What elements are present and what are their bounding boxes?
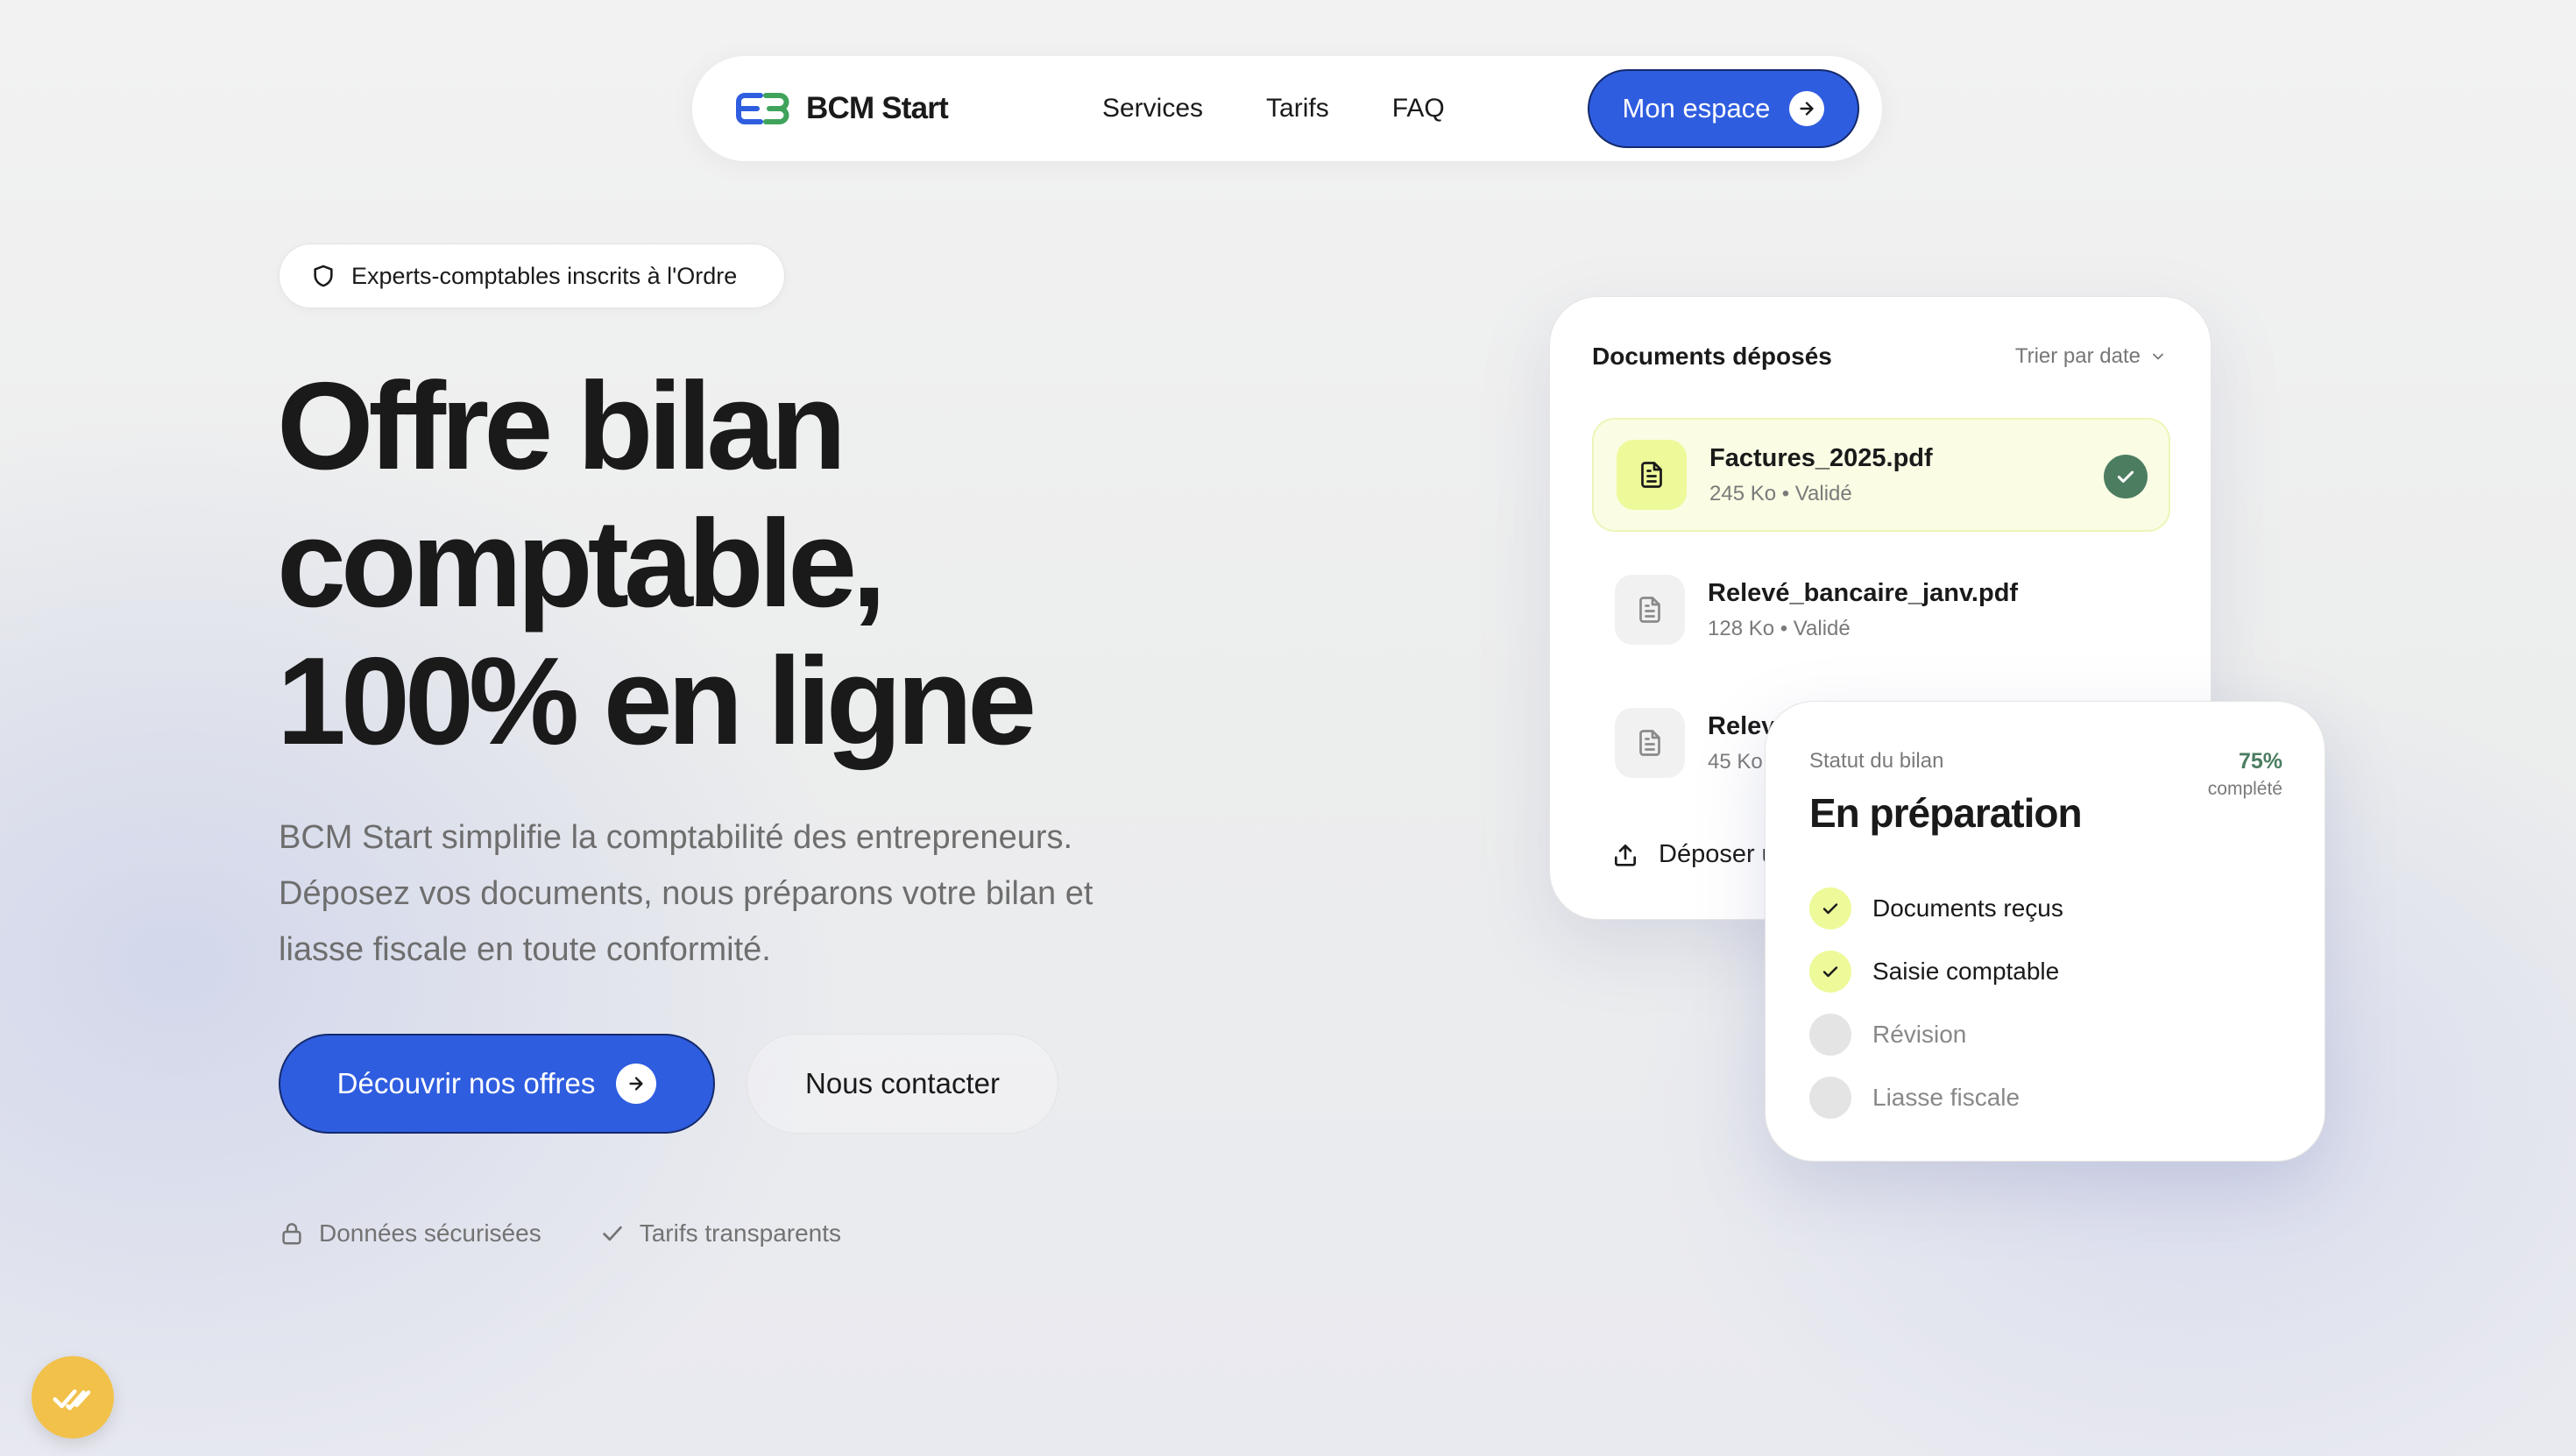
step-check-icon [1809,887,1851,929]
document-meta: 128 Ko • Validé [1708,616,1851,640]
sort-label: Trier par date [2014,344,2141,368]
feature-secure-data: Données sécurisées [279,1219,541,1247]
file-text-icon [1617,440,1687,510]
step-pending-icon [1809,1014,1851,1056]
step-pending-icon [1809,1077,1851,1119]
mon-espace-button[interactable]: Mon espace [1588,69,1859,148]
hero-title-line-3: 100% en ligne [277,632,1037,771]
document-row-factures[interactable]: Factures_2025.pdf 245 Ko • Validé [1592,418,2170,532]
feature-transparent-pricing: Tarifs transparents [599,1219,841,1247]
document-name: Factures_2025.pdf [1709,443,1933,472]
status-steps: Documents reçus Saisie comptable Révisio… [1809,887,2063,1140]
feature-secure-data-label: Données sécurisées [319,1219,541,1247]
hero-subtitle: BCM Start simplifie la comptabilité des … [279,819,1093,968]
document-meta: 245 Ko • Validé [1709,481,1852,505]
status-percent: 75% [2238,749,2282,774]
step-label: Liasse fiscale [1872,1084,2020,1111]
brand[interactable]: BCM Start [736,91,949,126]
status-step: Saisie comptable [1809,951,2063,993]
hero-title-line-1: Offre bilan [277,357,846,496]
floating-widget-button[interactable] [32,1356,114,1438]
lock-icon [282,1223,301,1245]
document-text: Relevé_bancaire_janv.pdf 128 Ko • Validé [1708,579,2018,641]
chevron-down-icon [2153,353,2163,360]
document-text: Factures_2025.pdf 245 Ko • Validé [1709,444,1933,506]
double-check-icon [53,1389,91,1410]
trust-badge: Experts-comptables inscrits à l'Ordre [279,244,785,308]
nav-link-faq[interactable]: FAQ [1392,94,1445,124]
feature-transparent-pricing-label: Tarifs transparents [639,1219,842,1247]
status-step: Documents reçus [1809,887,2063,929]
status-percent-label: complété [2207,779,2282,799]
step-check-icon [1809,951,1851,993]
hero-title-line-2: comptable, [277,494,887,633]
shield-icon [314,265,333,287]
document-name: Relevé_bancaire_janv.pdf [1708,578,2019,607]
decouvrir-offres-button[interactable]: Découvrir nos offres [279,1034,715,1134]
upload-document-button[interactable]: Déposer u [1611,840,1776,869]
brand-logo-icon [736,93,789,124]
status-step: Révision [1809,1014,2063,1056]
sort-dropdown[interactable]: Trier par date [2015,344,2167,369]
step-label: Révision [1872,1021,1967,1048]
file-text-icon [1615,708,1685,778]
nav-link-services[interactable]: Services [1102,94,1203,124]
hero-features: Données sécurisées Tarifs transparents [279,1219,841,1247]
status-title: En préparation [1809,790,2083,836]
document-row-releve-bancaire[interactable]: Relevé_bancaire_janv.pdf 128 Ko • Validé [1592,553,2170,667]
hero-title: Offre bilan comptable, 100% en ligne [277,357,1153,770]
top-navbar: BCM Start Services Tarifs FAQ Mon espace [692,56,1882,161]
nous-contacter-button[interactable]: Nous contacter [747,1034,1058,1134]
check-icon [602,1226,622,1241]
documents-title: Documents déposés [1592,343,1832,370]
step-label: Documents reçus [1872,894,2063,922]
bilan-status-card: Statut du bilan En préparation 75% compl… [1765,701,2325,1162]
step-label: Saisie comptable [1872,958,2060,985]
brand-name: BCM Start [806,91,949,125]
trust-badge-label: Experts-comptables inscrits à l'Ordre [351,262,738,289]
documents-header: Documents déposés Trier par date [1592,343,2167,371]
decouvrir-offres-label: Découvrir nos offres [336,1067,596,1099]
arrow-right-icon [1789,91,1825,126]
arrow-right-icon [616,1064,657,1104]
nav-link-tarifs[interactable]: Tarifs [1266,94,1329,124]
upload-icon [1615,844,1636,866]
status-step: Liasse fiscale [1809,1077,2063,1119]
nav-links: Services Tarifs FAQ [1102,94,1445,124]
file-text-icon [1615,575,1685,645]
validated-check-icon [2104,455,2148,498]
mon-espace-label: Mon espace [1622,93,1771,124]
status-label: Statut du bilan [1809,749,1944,773]
upload-label: Déposer u [1659,840,1776,868]
